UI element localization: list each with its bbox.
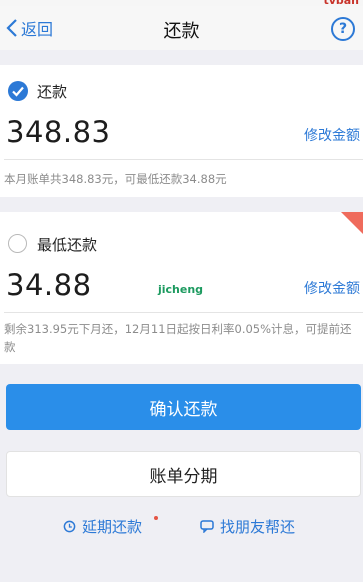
clock-icon <box>63 520 76 533</box>
installment-button[interactable]: 账单分期 <box>6 451 361 497</box>
defer-payment-label: 延期还款 <box>82 518 143 536</box>
checked-radio-icon[interactable] <box>8 81 28 101</box>
divider <box>4 312 363 313</box>
corner-ribbon <box>341 212 363 234</box>
page-title: 还款 <box>163 21 200 42</box>
full-payment-card[interactable]: 还款 348.83 修改金额 本月账单共348.83元，可最低还款34.88元 <box>0 65 363 197</box>
min-payment-note: 剩余313.95元下月还，12月11日起按日利率0.05%计息，可提前还款 <box>4 322 352 354</box>
full-payment-label: 还款 <box>37 83 68 101</box>
notification-dot <box>154 516 158 520</box>
friend-help-label: 找朋友帮还 <box>220 518 296 536</box>
watermark-text: jicheng <box>158 283 204 296</box>
divider <box>4 159 363 160</box>
defer-payment-link[interactable]: 延期还款 <box>63 516 142 537</box>
full-payment-modify-link[interactable]: 修改金额 <box>304 125 360 145</box>
unchecked-radio-icon[interactable] <box>8 234 27 253</box>
full-payment-note: 本月账单共348.83元，可最低还款34.88元 <box>4 172 227 186</box>
chat-icon <box>200 520 214 533</box>
min-payment-amount: 34.88 <box>6 268 92 302</box>
help-circle-icon[interactable]: ? <box>331 17 355 41</box>
nav-bar: 返回 还款 ? <box>0 6 363 50</box>
min-payment-modify-link[interactable]: 修改金额 <box>304 278 360 298</box>
confirm-payment-button[interactable]: 确认还款 <box>6 384 361 430</box>
full-payment-amount: 348.83 <box>6 115 111 149</box>
min-payment-label: 最低还款 <box>37 236 98 254</box>
friend-help-link[interactable]: 找朋友帮还 <box>200 516 295 537</box>
